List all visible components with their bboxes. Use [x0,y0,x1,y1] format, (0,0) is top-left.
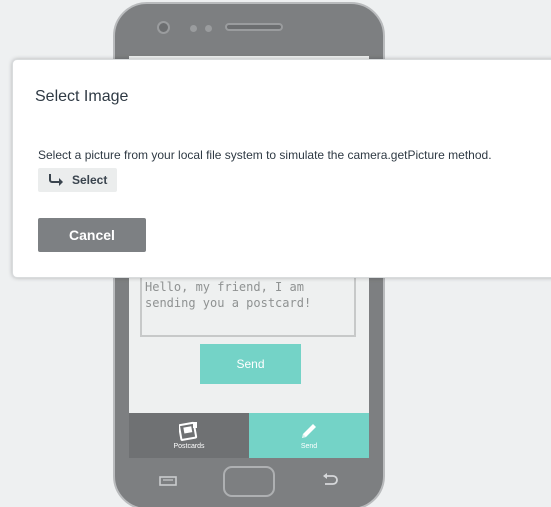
back-arrow-icon[interactable] [321,473,339,487]
postcard-icon [179,421,198,441]
select-image-dialog: Select Image Select a picture from your … [12,59,551,278]
sensor-dot-icon [205,25,212,32]
postcard-message-input[interactable]: Hello, my friend, I am sending you a pos… [140,271,356,337]
cancel-button[interactable]: Cancel [38,218,146,252]
tab-postcards[interactable]: Postcards [129,413,249,458]
share-arrow-icon [49,174,63,186]
home-button[interactable] [223,466,275,497]
select-button-label: Select [72,173,108,187]
tab-send-label: Send [300,443,318,450]
dialog-title: Select Image [35,88,129,105]
camera-lens-icon [157,21,170,34]
send-button[interactable]: Send [200,344,301,384]
sensor-dot-icon [190,25,197,32]
tab-bar: Postcards Send [129,413,369,458]
speaker-icon [225,23,283,31]
tab-postcards-label: Postcards [173,443,205,450]
menu-icon[interactable] [159,476,177,486]
tab-send[interactable]: Send [249,413,369,458]
select-button[interactable]: Select [38,168,117,192]
page: Hello, my friend, I am sending you a pos… [0,0,551,507]
dialog-description: Select a picture from your local file sy… [38,148,492,162]
pencil-icon [302,424,316,438]
